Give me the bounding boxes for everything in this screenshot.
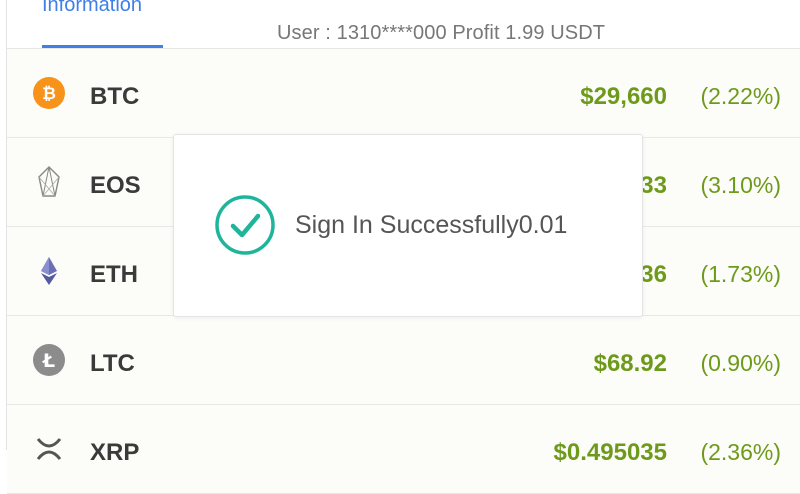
coin-price: $68.92 [593, 350, 667, 377]
coin-row-ltc[interactable]: Ł LTC $68.92 (0.90%) [7, 316, 800, 405]
coin-price: 33 [640, 172, 667, 199]
coin-symbol: ETH [90, 261, 138, 288]
svg-text:₿: ₿ [42, 84, 56, 104]
svg-text:Ł: Ł [42, 350, 55, 372]
coin-price: 36 [640, 261, 667, 288]
toast-message: Sign In Successfully0.01 [295, 211, 568, 239]
coin-price: $0.495035 [553, 439, 667, 466]
bitcoin-icon: ₿ [33, 77, 65, 109]
tab-information[interactable]: Information [42, 0, 142, 17]
coin-symbol: EOS [90, 172, 141, 199]
litecoin-icon: Ł [33, 344, 65, 376]
tab-bar: Information User : 1310****000 Profit 1.… [7, 0, 800, 49]
coin-change: (3.10%) [700, 172, 781, 198]
tab-active-indicator [42, 45, 163, 48]
check-circle-icon [215, 195, 275, 255]
eos-icon [38, 166, 60, 197]
coin-change: (1.73%) [700, 261, 781, 287]
coin-change: (2.36%) [700, 439, 781, 465]
coin-price: $29,660 [580, 83, 667, 110]
sign-in-toast: Sign In Successfully0.01 [173, 134, 643, 317]
coin-symbol: BTC [90, 83, 140, 110]
coin-change: (0.90%) [700, 350, 781, 376]
user-profit-summary: User : 1310****000 Profit 1.99 USDT [277, 22, 606, 44]
coin-symbol: XRP [90, 439, 140, 466]
coin-row-btc[interactable]: ₿ BTC $29,660 (2.22%) [7, 49, 800, 138]
coin-symbol: LTC [90, 350, 135, 377]
xrp-icon [36, 438, 62, 460]
ethereum-icon [41, 257, 57, 285]
coin-change: (2.22%) [700, 83, 781, 109]
